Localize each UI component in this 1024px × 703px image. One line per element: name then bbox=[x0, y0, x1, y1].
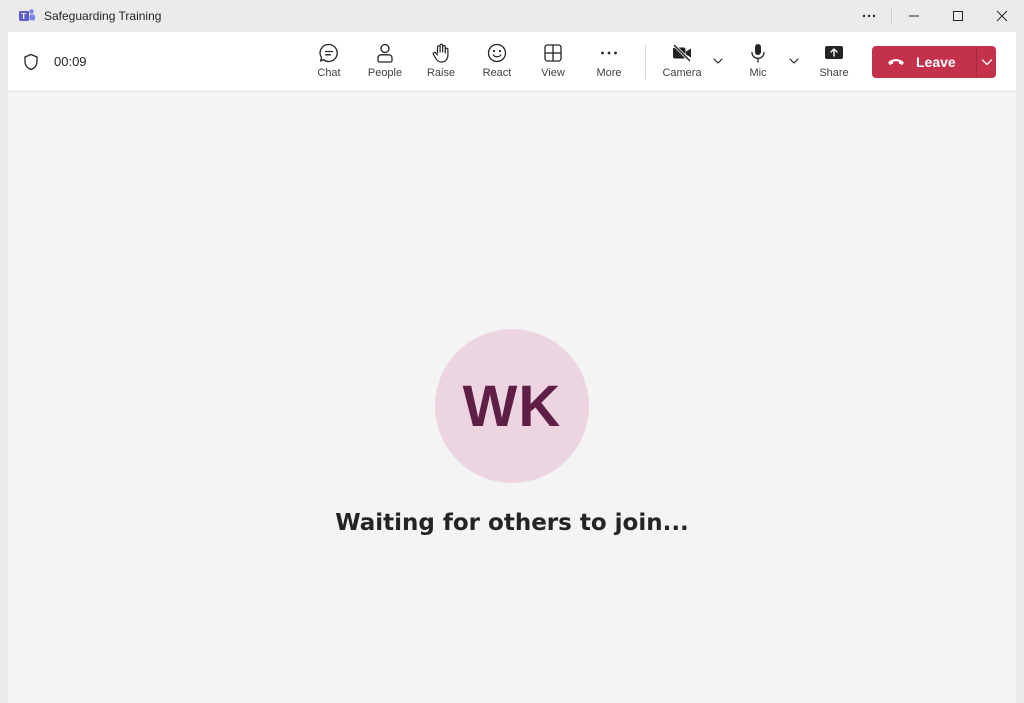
leave-options-chevron-icon bbox=[981, 59, 992, 66]
close-icon bbox=[996, 10, 1008, 22]
hang-up-phone-icon bbox=[888, 59, 904, 65]
participant-avatar: WK bbox=[435, 329, 589, 483]
meeting-toolbar: 00:09 Chat People Raise React View More … bbox=[8, 32, 1016, 92]
toolbar-divider bbox=[645, 45, 646, 79]
svg-text:T: T bbox=[21, 12, 26, 21]
camera-label: Camera bbox=[662, 67, 702, 79]
people-button[interactable]: People bbox=[357, 42, 413, 86]
more-options-icon bbox=[862, 14, 876, 18]
more-label: More bbox=[596, 67, 622, 79]
raise-label: Raise bbox=[426, 67, 456, 79]
camera-options-chevron-icon[interactable] bbox=[711, 54, 725, 68]
meeting-stage: WK Waiting for others to join... bbox=[8, 92, 1016, 703]
view-button[interactable]: View bbox=[525, 42, 581, 86]
teams-logo-icon: T bbox=[19, 9, 35, 21]
meeting-info: 00:09 bbox=[22, 32, 87, 91]
share-button[interactable]: Share bbox=[806, 42, 862, 86]
view-grid-icon bbox=[544, 44, 562, 62]
maximize-icon bbox=[953, 11, 963, 21]
chat-label: Chat bbox=[317, 67, 341, 79]
window-title: Safeguarding Training bbox=[44, 9, 162, 23]
leave-options-button[interactable] bbox=[977, 46, 996, 78]
camera-off-icon bbox=[672, 43, 692, 63]
react-smiley-icon bbox=[487, 43, 507, 63]
more-actions-button[interactable]: More bbox=[581, 42, 637, 86]
close-button[interactable] bbox=[980, 0, 1024, 32]
camera-button[interactable]: Camera bbox=[654, 42, 710, 86]
chat-button[interactable]: Chat bbox=[301, 42, 357, 86]
more-options-button[interactable] bbox=[847, 0, 891, 32]
leave-button-group: Leave bbox=[872, 46, 996, 78]
leave-label: Leave bbox=[916, 54, 956, 70]
raise-hand-button[interactable]: Raise bbox=[413, 42, 469, 86]
share-screen-icon bbox=[825, 46, 843, 59]
more-actions-icon bbox=[601, 51, 617, 55]
share-label: Share bbox=[819, 67, 849, 79]
meeting-timer: 00:09 bbox=[54, 54, 87, 69]
mic-button[interactable]: Mic bbox=[730, 42, 786, 86]
react-label: React bbox=[482, 67, 512, 79]
minimize-icon bbox=[909, 15, 919, 17]
microphone-icon bbox=[751, 44, 765, 63]
waiting-message: Waiting for others to join... bbox=[335, 510, 689, 536]
people-label: People bbox=[367, 67, 403, 79]
minimize-button[interactable] bbox=[892, 0, 936, 32]
raise-hand-icon bbox=[432, 43, 449, 63]
people-icon bbox=[377, 43, 393, 63]
window-right-border bbox=[1016, 32, 1024, 703]
leave-button[interactable]: Leave bbox=[872, 46, 976, 78]
mic-options-chevron-icon[interactable] bbox=[787, 54, 801, 68]
avatar-initials: WK bbox=[462, 373, 562, 439]
window-controls bbox=[847, 0, 1024, 32]
window-left-border bbox=[0, 32, 8, 703]
window-titlebar: T Safeguarding Training bbox=[0, 0, 1024, 32]
mic-label: Mic bbox=[749, 67, 767, 79]
chat-icon bbox=[319, 43, 338, 63]
shield-icon[interactable] bbox=[22, 53, 40, 71]
view-label: View bbox=[541, 67, 565, 79]
react-button[interactable]: React bbox=[469, 42, 525, 86]
maximize-button[interactable] bbox=[936, 0, 980, 32]
